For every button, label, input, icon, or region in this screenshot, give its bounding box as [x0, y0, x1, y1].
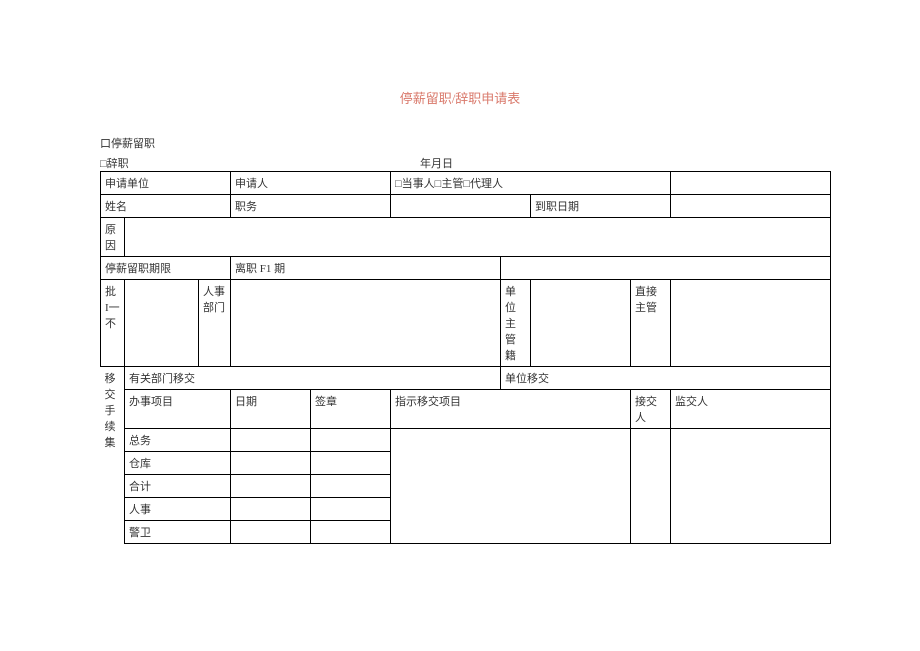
col-seal: 签章 [311, 390, 391, 429]
cell[interactable] [311, 498, 391, 521]
reason-value[interactable] [125, 218, 831, 257]
cell[interactable] [311, 475, 391, 498]
receiver-cell[interactable] [631, 429, 671, 544]
name-label: 姓名 [101, 195, 231, 218]
dept-transfer-header: 有关部门移交 [125, 367, 501, 390]
cell[interactable] [231, 521, 311, 544]
unit-transfer-header: 单位移交 [501, 367, 831, 390]
row-apply-unit: 申请单位 申请人 □当事人□主管□代理人 [101, 172, 831, 195]
row-label-2: 仓库 [125, 452, 231, 475]
cell[interactable] [311, 452, 391, 475]
row-periods: 停薪留职期限 离职 F1 期 [101, 257, 831, 280]
table-row: 总务 [101, 429, 831, 452]
period-value[interactable] [501, 257, 831, 280]
checkbox-group: 口停薪留职 [100, 135, 830, 151]
direct-mgr-value[interactable] [671, 280, 831, 367]
transfer-side-label: 移交 手续 集 [101, 367, 125, 544]
onboard-label: 到职日期 [531, 195, 671, 218]
row-approval: 批 I一 不 人事 部门 单位 主管 籍 直接 主管 [101, 280, 831, 367]
row-transfer-cols: 办事项目 日期 签章 指示移交项目 接交 人 监交人 [101, 390, 831, 429]
row-label-1: 总务 [125, 429, 231, 452]
apply-unit-label: 申请单位 [101, 172, 231, 195]
checkbox-suspend[interactable]: 口停薪留职 [100, 135, 830, 151]
row-label-4: 人事 [125, 498, 231, 521]
checkbox-resign[interactable]: □辞职 [100, 155, 420, 171]
col-instruct: 指示移交项目 [391, 390, 631, 429]
row-transfer-header: 移交 手续 集 有关部门移交 单位移交 [101, 367, 831, 390]
row-reason: 原因 [101, 218, 831, 257]
unit-mgr-label: 单位 主管 籍 [501, 280, 531, 367]
suspend-period-label: 停薪留职期限 [101, 257, 231, 280]
col-receiver: 接交 人 [631, 390, 671, 429]
hr-dept-value[interactable] [231, 280, 501, 367]
row-label-5: 警卫 [125, 521, 231, 544]
hr-dept-label: 人事 部门 [199, 280, 231, 367]
date-label: 年月日 [420, 155, 453, 171]
leave-period-label: 离职 F1 期 [231, 257, 501, 280]
reason-label: 原因 [101, 218, 125, 257]
cell[interactable] [231, 498, 311, 521]
form-title: 停薪留职/辞职申请表 [90, 88, 830, 107]
position-label: 职务 [231, 195, 391, 218]
approval-cell-1[interactable] [125, 280, 199, 367]
parties-label: □当事人□主管□代理人 [391, 172, 671, 195]
row-label-3: 合计 [125, 475, 231, 498]
application-form: 申请单位 申请人 □当事人□主管□代理人 姓名 职务 到职日期 原因 停薪留职期… [100, 171, 831, 544]
instruct-cell[interactable] [391, 429, 631, 544]
col-supervisor: 监交人 [671, 390, 831, 429]
onboard-value[interactable] [671, 195, 831, 218]
applicant-label: 申请人 [231, 172, 391, 195]
supervisor-cell[interactable] [671, 429, 831, 544]
cell[interactable] [231, 429, 311, 452]
cell[interactable] [231, 475, 311, 498]
page: 停薪留职/辞职申请表 口停薪留职 □辞职 年月日 申请单位 申请人 □当事人□主… [0, 0, 920, 651]
cell[interactable] [311, 521, 391, 544]
col-project: 办事项目 [125, 390, 231, 429]
resign-date-row: □辞职 年月日 [100, 155, 830, 171]
col-date: 日期 [231, 390, 311, 429]
direct-mgr-label: 直接 主管 [631, 280, 671, 367]
unit-mgr-value[interactable] [531, 280, 631, 367]
cell[interactable] [311, 429, 391, 452]
cell[interactable] [231, 452, 311, 475]
position-value[interactable] [391, 195, 531, 218]
parties-value[interactable] [671, 172, 831, 195]
row-name: 姓名 职务 到职日期 [101, 195, 831, 218]
approval-side-label: 批 I一 不 [101, 280, 125, 367]
